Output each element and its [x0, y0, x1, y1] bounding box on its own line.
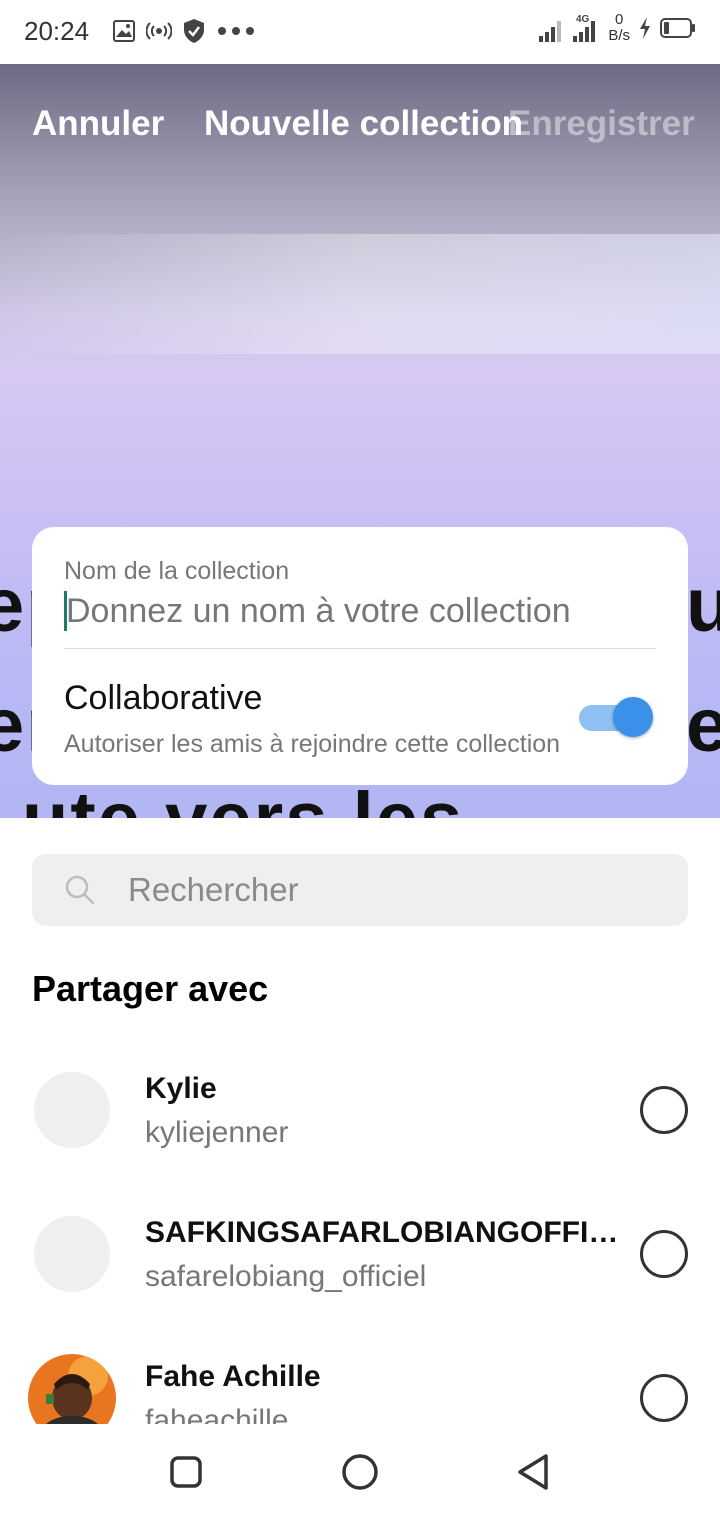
card-divider: [64, 648, 656, 649]
home-circle-icon[interactable]: [338, 1450, 382, 1494]
select-radio[interactable]: [640, 1230, 688, 1278]
search-bar[interactable]: [32, 854, 688, 926]
share-section-title: Partager avec: [32, 968, 269, 1009]
signal-4g-icon: 4G: [573, 14, 596, 42]
toggle-knob: [613, 697, 653, 737]
cancel-button[interactable]: Annuler: [32, 104, 164, 144]
avatar-photo-icon: [28, 1354, 116, 1424]
more-dots-icon: [218, 27, 254, 35]
contact-name: Fahe Achille: [145, 1360, 321, 1393]
collection-name-label: Nom de la collection: [64, 557, 290, 585]
contact-name: Kylie: [145, 1072, 217, 1105]
signal-icon: [539, 21, 562, 42]
contact-username: faheachille: [145, 1404, 289, 1424]
network-type-text: 4G: [576, 14, 590, 25]
gallery-icon: [113, 20, 135, 42]
back-triangle-icon[interactable]: [512, 1450, 556, 1494]
status-bar: 20:24 4G 0 B/s: [0, 0, 720, 64]
status-left-icons: [112, 18, 256, 44]
navigation-bar: [0, 1424, 720, 1520]
collaborative-title: Collaborative: [64, 679, 263, 717]
background-text: us: [686, 563, 720, 648]
contact-username: safarelobiang_officiel: [145, 1260, 427, 1293]
contact-username: kyliejenner: [145, 1116, 289, 1149]
avatar: [28, 1354, 116, 1424]
contact-row[interactable]: Kylie kyliejenner: [0, 1036, 720, 1180]
contacts-list: Kylie kyliejenner SAFKINGSAFARLOBIANGOFF…: [0, 1036, 720, 1424]
recents-square-icon[interactable]: [164, 1450, 208, 1494]
battery-icon: [660, 18, 695, 38]
search-input[interactable]: [128, 854, 668, 926]
text-caret: [64, 591, 67, 631]
collaborative-subtitle: Autoriser les amis à rejoindre cette col…: [64, 730, 561, 758]
collection-card: Nom de la collection Collaborative Autor…: [32, 527, 688, 785]
avatar: [34, 1072, 110, 1148]
select-radio[interactable]: [640, 1086, 688, 1134]
header-bar: Annuler Nouvelle collection Enregistrer: [0, 64, 720, 184]
status-right-icons: 4G 0 B/s: [538, 12, 696, 44]
collection-name-input[interactable]: [64, 585, 656, 637]
shield-icon: [184, 19, 204, 43]
save-button[interactable]: Enregistrer: [508, 104, 695, 144]
contact-row[interactable]: Fahe Achille faheachille: [0, 1324, 720, 1424]
network-speed-unit: B/s: [608, 27, 630, 44]
network-speed: 0 B/s: [608, 12, 630, 44]
background-text: er: [686, 683, 720, 768]
charging-icon: [640, 17, 650, 39]
select-radio[interactable]: [640, 1374, 688, 1422]
status-time: 20:24: [24, 16, 90, 46]
page-title: Nouvelle collection: [204, 104, 523, 143]
contact-row[interactable]: SAFKINGSAFARLOBIANGOFFICIEL safarelobian…: [0, 1180, 720, 1324]
avatar: [34, 1216, 110, 1292]
network-speed-value: 0: [614, 11, 624, 28]
collaborative-toggle[interactable]: [577, 697, 653, 737]
hero-glow: [0, 234, 720, 354]
search-icon: [65, 875, 95, 905]
contact-name: SAFKINGSAFARLOBIANGOFFICIEL: [145, 1216, 620, 1249]
hotspot-icon: [146, 22, 172, 40]
